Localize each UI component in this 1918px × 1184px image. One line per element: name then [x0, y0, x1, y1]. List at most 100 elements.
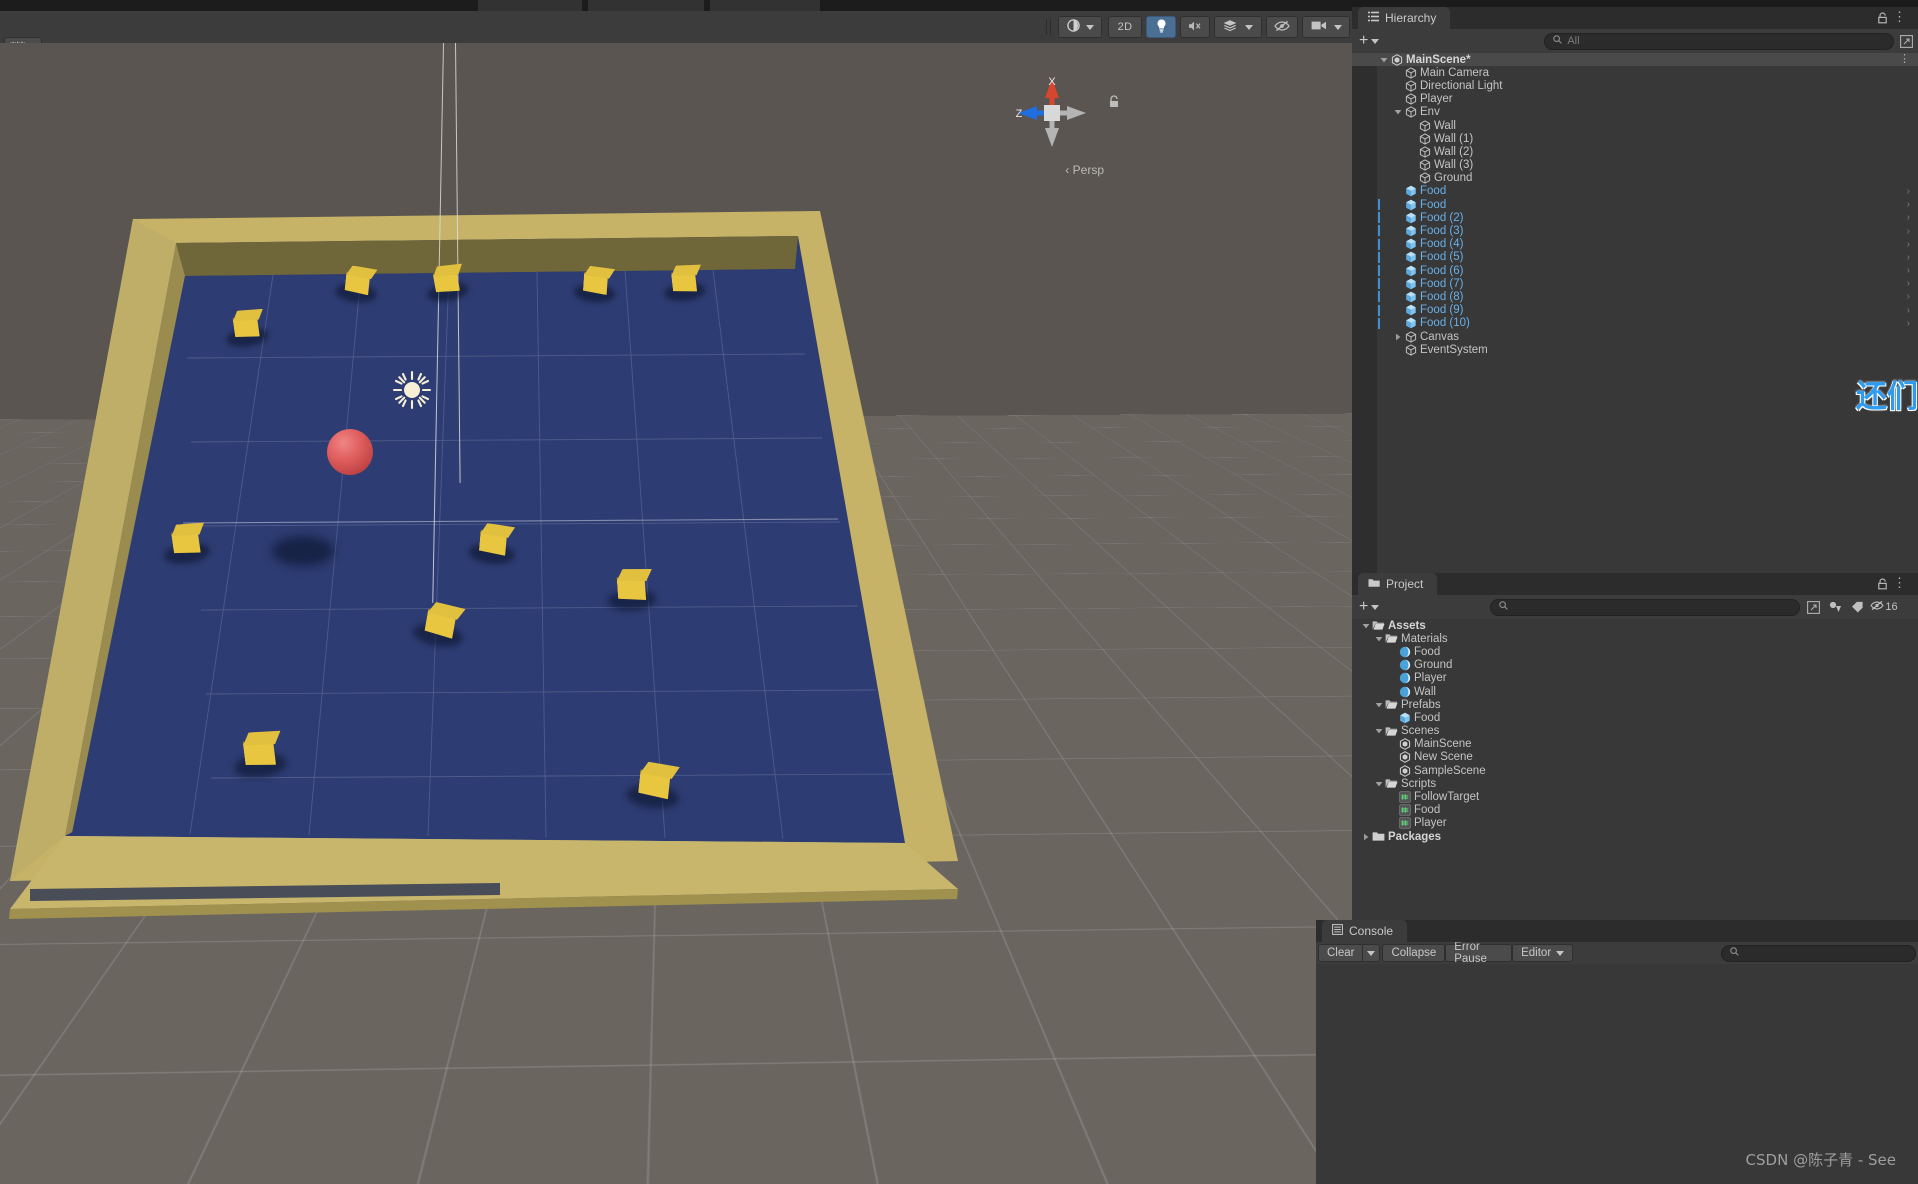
- chevron-down-icon[interactable]: [1373, 780, 1384, 788]
- project-search-input[interactable]: [1490, 598, 1801, 616]
- chevron-right-icon[interactable]: [1392, 333, 1403, 341]
- project-filter-label-icon[interactable]: [1848, 598, 1866, 616]
- hierarchy-expand-icon[interactable]: [1898, 32, 1914, 50]
- directional-light-gizmo[interactable]: [390, 368, 434, 412]
- hierarchy-tree[interactable]: MainScene* ⋮ Main Camera Directional Light P…: [1352, 53, 1918, 573]
- row-expand-chevron-icon[interactable]: ›: [1907, 239, 1910, 250]
- project-row[interactable]: Food: [1352, 711, 1918, 724]
- hierarchy-row[interactable]: EventSystem: [1352, 343, 1918, 356]
- hierarchy-row[interactable]: Wall (3): [1352, 159, 1918, 172]
- hierarchy-row[interactable]: Food ›: [1352, 185, 1918, 198]
- project-row[interactable]: New Scene: [1352, 751, 1918, 764]
- console-search-input[interactable]: [1721, 944, 1916, 962]
- food-cube[interactable]: [663, 263, 707, 303]
- tab-console[interactable]: Console: [1322, 920, 1408, 942]
- chevron-right-icon[interactable]: [1360, 833, 1371, 841]
- chevron-down-icon[interactable]: [1392, 108, 1403, 116]
- hierarchy-row[interactable]: Food (9) ›: [1352, 304, 1918, 317]
- scene-view-axis-gizmo[interactable]: X Z: [1010, 71, 1094, 155]
- hierarchy-row[interactable]: Wall: [1352, 119, 1918, 132]
- chevron-down-icon[interactable]: [1373, 727, 1384, 735]
- hierarchy-row[interactable]: MainScene* ⋮: [1352, 53, 1918, 67]
- food-cube[interactable]: [625, 761, 680, 811]
- hierarchy-row[interactable]: Player: [1352, 93, 1918, 106]
- hierarchy-add-button[interactable]: +: [1356, 32, 1382, 50]
- food-cube[interactable]: [225, 307, 270, 350]
- project-row[interactable]: Food: [1352, 645, 1918, 658]
- hierarchy-row[interactable]: Wall (2): [1352, 145, 1918, 158]
- project-row[interactable]: Packages: [1352, 830, 1918, 843]
- console-editor-dropdown[interactable]: Editor: [1512, 944, 1574, 962]
- project-row[interactable]: FollowTarget: [1352, 790, 1918, 803]
- food-cube[interactable]: [162, 521, 212, 567]
- row-kebab-menu-icon[interactable]: ⋮: [1899, 54, 1910, 65]
- hierarchy-row[interactable]: Food (5) ›: [1352, 251, 1918, 264]
- hierarchy-row[interactable]: Main Camera: [1352, 66, 1918, 79]
- project-row[interactable]: Food: [1352, 804, 1918, 817]
- hierarchy-row[interactable]: Wall (1): [1352, 132, 1918, 145]
- project-visibility-count[interactable]: 16: [1870, 598, 1898, 616]
- project-lock-icon[interactable]: [1877, 577, 1888, 595]
- project-row[interactable]: Assets: [1352, 619, 1918, 632]
- scene-camera-settings[interactable]: [1302, 16, 1350, 38]
- scene-viewport[interactable]: X Z ‹ Persp: [0, 43, 1352, 1184]
- hierarchy-row[interactable]: Food (8) ›: [1352, 290, 1918, 303]
- project-row[interactable]: SampleScene: [1352, 764, 1918, 777]
- row-expand-chevron-icon[interactable]: ›: [1907, 252, 1910, 263]
- console-clear-button[interactable]: Clear: [1318, 944, 1364, 962]
- food-cube[interactable]: [607, 567, 657, 613]
- food-cube[interactable]: [233, 729, 288, 781]
- row-expand-chevron-icon[interactable]: ›: [1907, 305, 1910, 316]
- console-message-list[interactable]: [1316, 964, 1918, 1178]
- chevron-down-icon[interactable]: [1360, 622, 1371, 630]
- hierarchy-row[interactable]: Ground: [1352, 172, 1918, 185]
- tab-project[interactable]: Project: [1358, 573, 1438, 595]
- row-expand-chevron-icon[interactable]: ›: [1907, 212, 1910, 223]
- food-cube[interactable]: [334, 265, 377, 305]
- project-kebab-menu-icon[interactable]: ⋮: [1893, 576, 1906, 589]
- hierarchy-row[interactable]: Canvas: [1352, 330, 1918, 343]
- console-clear-dropdown[interactable]: [1363, 944, 1381, 962]
- project-row[interactable]: Materials: [1352, 632, 1918, 645]
- food-cube[interactable]: [411, 601, 466, 651]
- hierarchy-row[interactable]: Directional Light: [1352, 79, 1918, 92]
- player-sphere[interactable]: [327, 429, 373, 475]
- hierarchy-row[interactable]: Food (7) ›: [1352, 277, 1918, 290]
- food-cube[interactable]: [573, 265, 616, 304]
- project-expand-icon[interactable]: [1804, 598, 1822, 616]
- scene-lighting-toggle[interactable]: [1146, 16, 1176, 38]
- draw-mode-dropdown[interactable]: [1058, 16, 1102, 38]
- project-filter-type-icon[interactable]: [1826, 598, 1844, 616]
- project-row[interactable]: Ground: [1352, 659, 1918, 672]
- 2d-toggle[interactable]: 2D: [1108, 16, 1142, 38]
- fx-dropdown[interactable]: [1214, 16, 1262, 38]
- chevron-down-icon[interactable]: [1373, 701, 1384, 709]
- gizmo-lock-icon[interactable]: [1108, 95, 1120, 108]
- chevron-down-icon[interactable]: [1373, 635, 1384, 643]
- tab-hierarchy[interactable]: Hierarchy: [1358, 7, 1451, 29]
- project-row[interactable]: Player: [1352, 817, 1918, 830]
- row-expand-chevron-icon[interactable]: ›: [1907, 278, 1910, 289]
- hierarchy-row[interactable]: Food (4) ›: [1352, 238, 1918, 251]
- hierarchy-row[interactable]: Env: [1352, 106, 1918, 119]
- hierarchy-row[interactable]: Food (10) ›: [1352, 317, 1918, 330]
- project-add-button[interactable]: +: [1356, 598, 1382, 616]
- row-expand-chevron-icon[interactable]: ›: [1907, 199, 1910, 210]
- console-error-pause-toggle[interactable]: Error Pause: [1445, 941, 1513, 965]
- hierarchy-row[interactable]: Food ›: [1352, 198, 1918, 211]
- hierarchy-search-input[interactable]: All: [1544, 32, 1895, 50]
- scene-audio-toggle[interactable]: [1180, 16, 1210, 38]
- project-row[interactable]: MainScene: [1352, 738, 1918, 751]
- row-expand-chevron-icon[interactable]: ›: [1907, 265, 1910, 276]
- project-tree[interactable]: Assets Materials Food Ground Player Wall Prefa…: [1352, 619, 1918, 920]
- hierarchy-row[interactable]: Food (3) ›: [1352, 224, 1918, 237]
- hierarchy-kebab-menu-icon[interactable]: ⋮: [1893, 10, 1906, 23]
- project-row[interactable]: Scripts: [1352, 777, 1918, 790]
- row-expand-chevron-icon[interactable]: ›: [1907, 291, 1910, 302]
- hierarchy-lock-icon[interactable]: [1877, 11, 1888, 29]
- scene-visibility-toggle[interactable]: [1266, 16, 1298, 38]
- projection-mode-label[interactable]: ‹ Persp: [1065, 163, 1104, 177]
- project-row[interactable]: Prefabs: [1352, 698, 1918, 711]
- row-expand-chevron-icon[interactable]: ›: [1907, 226, 1910, 237]
- food-cube[interactable]: [467, 523, 516, 566]
